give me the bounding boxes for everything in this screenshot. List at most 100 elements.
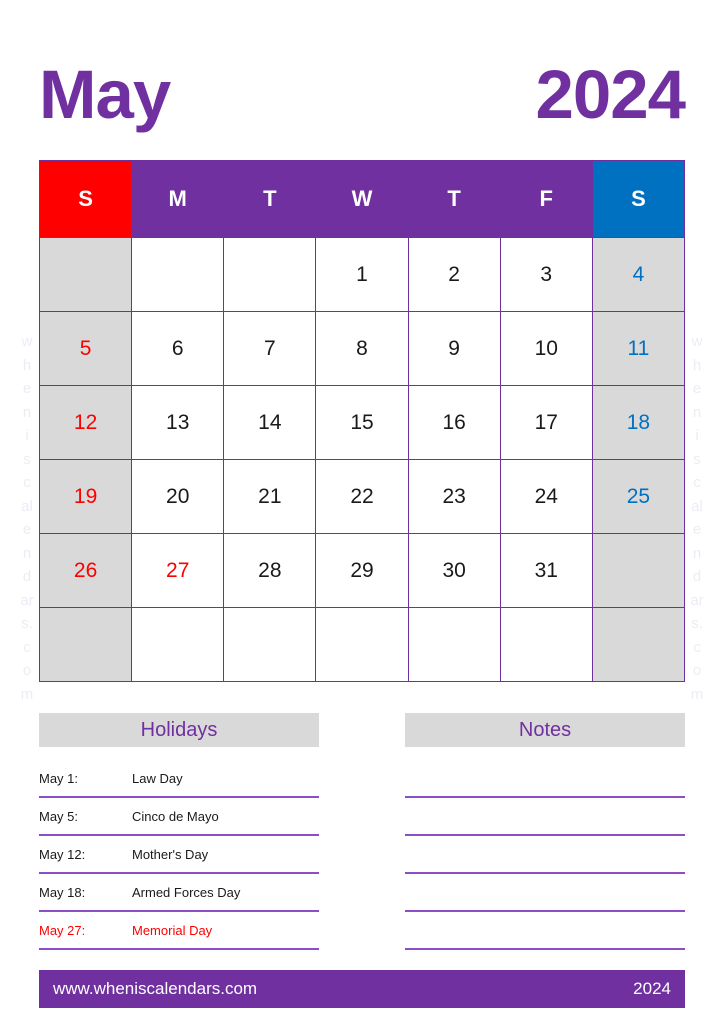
weekday-header-row: SMTWTFS (38, 160, 686, 238)
holiday-date: May 18: (39, 884, 86, 900)
watermark-char: n (692, 403, 702, 421)
calendar-day-cell[interactable]: 13 (131, 385, 225, 460)
holiday-row: May 1: Law Day (39, 760, 319, 798)
calendar-day-cell[interactable]: 3 (499, 237, 593, 312)
notes-heading: Notes (405, 713, 685, 747)
calendar-day-cell[interactable]: 25 (591, 459, 686, 534)
watermark-char: h (692, 356, 702, 374)
weekday-header-tuesday: T (223, 160, 317, 238)
year-title: 2024 (535, 55, 686, 133)
watermark-char: n (22, 544, 32, 562)
calendar-empty-cell (131, 237, 225, 312)
watermark-char: i (695, 427, 699, 444)
watermark-char: s. (691, 615, 703, 632)
calendar-day-cell[interactable]: 30 (407, 533, 501, 608)
calendar-day-cell[interactable]: 12 (38, 385, 133, 460)
calendar-day-cell[interactable]: 11 (591, 311, 686, 386)
watermark-char: c (693, 638, 701, 656)
note-line[interactable] (405, 874, 685, 912)
watermark-right: w h e n i s c al e n d ar s. c o m (684, 330, 710, 706)
holiday-name: Memorial Day (132, 922, 213, 938)
watermark-char: c (693, 474, 701, 491)
watermark-char: c (23, 474, 31, 491)
watermark-char: ar (20, 591, 34, 609)
watermark-char: s (23, 450, 31, 468)
calendar-week-row: 26 27 28 29 30 31 (38, 533, 686, 608)
calendar-title: May 2024 (39, 52, 686, 136)
weekday-header-friday: F (499, 160, 593, 238)
note-line[interactable] (405, 912, 685, 950)
calendar-empty-cell (223, 237, 317, 312)
calendar-day-cell[interactable]: 29 (315, 533, 409, 608)
watermark-char: n (692, 544, 702, 562)
calendar-day-cell[interactable]: 14 (223, 385, 317, 460)
calendar-day-cell[interactable]: 6 (131, 311, 225, 386)
calendar-empty-cell (591, 533, 686, 608)
calendar-day-cell[interactable]: 21 (223, 459, 317, 534)
calendar-week-row: 12 13 14 15 16 17 18 (38, 385, 686, 460)
calendar-day-cell[interactable]: 4 (591, 237, 686, 312)
calendar-day-cell[interactable]: 31 (499, 533, 593, 608)
watermark-char: o (692, 662, 702, 679)
calendar-day-cell[interactable]: 26 (38, 533, 133, 608)
calendar-empty-cell (131, 607, 225, 682)
holiday-name: Mother's Day (132, 846, 209, 862)
watermark-char: e (22, 521, 32, 538)
watermark-char: e (692, 521, 702, 538)
calendar-day-cell[interactable]: 16 (407, 385, 501, 460)
watermark-char: e (692, 380, 702, 397)
calendar-day-cell[interactable]: 2 (407, 237, 501, 312)
weekday-header-wednesday: W (315, 160, 409, 238)
holiday-row: May 12: Mother's Day (39, 836, 319, 874)
holiday-row: May 27: Memorial Day (39, 912, 319, 950)
holiday-row: May 5: Cinco de Mayo (39, 798, 319, 836)
month-title: May (39, 55, 171, 133)
calendar-day-cell[interactable]: 5 (38, 311, 133, 386)
watermark-char: m (690, 685, 704, 703)
watermark-char: al (21, 497, 33, 515)
weekday-header-thursday: T (407, 160, 501, 238)
calendar-day-cell[interactable]: 19 (38, 459, 133, 534)
calendar-day-cell[interactable]: 22 (315, 459, 409, 534)
calendar-day-cell[interactable]: 1 (315, 237, 409, 312)
watermark-char: w (691, 333, 703, 350)
calendar-empty-cell (407, 607, 501, 682)
note-line[interactable] (405, 836, 685, 874)
calendar-day-cell[interactable]: 23 (407, 459, 501, 534)
weekday-header-saturday: S (591, 160, 686, 238)
holiday-date: May 27: (39, 922, 86, 938)
footer-website[interactable]: www.wheniscalendars.com (53, 979, 257, 999)
holidays-list: May 1: Law Day May 5: Cinco de Mayo May 12: M… (39, 760, 319, 950)
watermark-char: e (22, 380, 32, 397)
notes-lines (405, 760, 685, 950)
footer-year: 2024 (633, 979, 671, 998)
note-line[interactable] (405, 798, 685, 836)
calendar-day-cell[interactable]: 27 (131, 533, 225, 608)
watermark-char: s (693, 450, 701, 468)
calendar-day-cell[interactable]: 8 (315, 311, 409, 386)
calendar-week-row: 1234 (38, 237, 686, 312)
calendar-day-cell[interactable]: 28 (223, 533, 317, 608)
calendar-body: 1 2 3 4 5 6 7 8 9 10 11 12 13 14 15 16 17 18 19 20 21 22 23 24 2… (38, 237, 686, 682)
watermark-char: s. (21, 615, 33, 632)
watermark-left: w h e n i s c al e n d ar s. c o m (14, 330, 40, 706)
calendar-day-cell[interactable]: 7 (223, 311, 317, 386)
calendar-day-cell[interactable]: 18 (591, 385, 686, 460)
calendar-page: w h e n i s c al e n d ar s. c o m w h e n i s c al e n d ar s. c o m … (0, 0, 724, 1024)
watermark-char: i (25, 427, 29, 444)
watermark-char: ar (690, 591, 704, 609)
calendar-week-row: 19 20 21 22 23 24 25 (38, 459, 686, 534)
watermark-char: n (22, 403, 32, 421)
calendar-day-cell[interactable]: 17 (499, 385, 593, 460)
calendar-grid: SMTWTFS 1 2 3 4 5 6 7 8 9 10 11 12 13 14 15 16 17 18 19 20 2… (38, 160, 686, 682)
calendar-day-cell[interactable]: 9 (407, 311, 501, 386)
calendar-day-cell[interactable]: 24 (499, 459, 593, 534)
holiday-date: May 12: (39, 846, 86, 862)
calendar-day-cell[interactable]: 20 (131, 459, 225, 534)
holiday-name: Law Day (132, 770, 183, 786)
calendar-day-cell[interactable]: 10 (499, 311, 593, 386)
note-line[interactable] (405, 760, 685, 798)
calendar-empty-cell (591, 607, 686, 682)
calendar-day-cell[interactable]: 15 (315, 385, 409, 460)
page-footer: www.wheniscalendars.com 2024 (39, 970, 685, 1008)
